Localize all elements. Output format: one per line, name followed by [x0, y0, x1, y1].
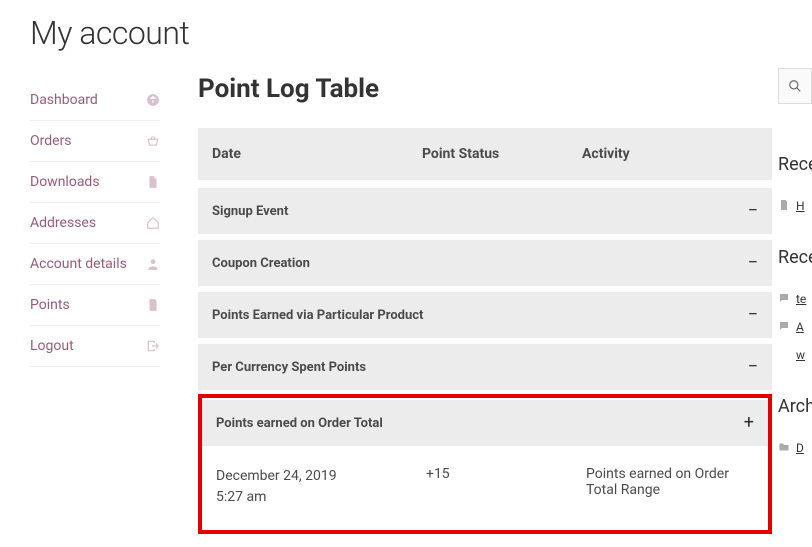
accordion-order-total[interactable]: Points earned on Order Total + [202, 400, 768, 446]
content-title: Point Log Table [198, 74, 772, 104]
sidebar-item-label: Account details [30, 256, 127, 272]
home-icon [146, 216, 160, 230]
sidebar-item-orders[interactable]: Orders [30, 121, 160, 162]
rail-link[interactable]: D [796, 441, 804, 455]
log-date-line2: 5:27 am [216, 489, 266, 505]
accordion-title: Points earned on Order Total [216, 416, 383, 431]
comment-icon [778, 292, 790, 304]
sidebar-item-label: Logout [30, 338, 74, 354]
search-button[interactable] [778, 68, 812, 104]
accordion-title: Signup Event [212, 204, 288, 219]
minus-icon: − [748, 254, 758, 272]
sidebar-item-label: Points [30, 297, 70, 313]
highlight-box: Points earned on Order Total + December … [198, 394, 772, 534]
sidebar-item-label: Addresses [30, 215, 96, 231]
comment-icon [778, 320, 790, 332]
log-status: +15 [426, 466, 586, 508]
col-header-date: Date [212, 146, 422, 162]
log-date-line1: December 24, 2019 [216, 468, 337, 484]
sidebar-item-logout[interactable]: Logout [30, 326, 160, 367]
minus-icon: − [748, 358, 758, 376]
log-row: December 24, 2019 5:27 am +15 Points ear… [202, 452, 768, 530]
rail-link[interactable]: A [796, 320, 804, 334]
accordion-points-product[interactable]: Points Earned via Particular Product − [198, 292, 772, 338]
rail-link[interactable]: H [796, 199, 805, 213]
sidebar-item-downloads[interactable]: Downloads [30, 162, 160, 203]
search-icon [788, 79, 802, 93]
log-table-header: Date Point Status Activity [198, 128, 772, 180]
file-icon [146, 298, 160, 312]
rail-item[interactable]: w [778, 348, 812, 362]
accordion-title: Per Currency Spent Points [212, 360, 366, 375]
rail-heading: Rece [778, 247, 812, 268]
basket-icon [146, 134, 160, 148]
rail-item[interactable]: H [778, 199, 812, 213]
rail-heading: Arch [778, 396, 812, 417]
rail-item[interactable]: D [778, 441, 812, 455]
sidebar-item-label: Downloads [30, 174, 100, 190]
right-rail: Rece H Rece te A [772, 60, 812, 489]
accordion-signup-event[interactable]: Signup Event − [198, 188, 772, 234]
log-date: December 24, 2019 5:27 am [216, 466, 426, 508]
sidebar-item-label: Orders [30, 133, 72, 149]
sidebar-item-label: Dashboard [30, 92, 98, 108]
rail-link[interactable]: w [796, 348, 805, 362]
user-icon [146, 257, 160, 271]
dashboard-icon [146, 93, 160, 107]
minus-icon: − [748, 306, 758, 324]
accordion-title: Coupon Creation [212, 256, 310, 271]
sidebar-item-account-details[interactable]: Account details [30, 244, 160, 285]
sidebar-item-addresses[interactable]: Addresses [30, 203, 160, 244]
page-icon [778, 199, 790, 211]
page-title: My account [0, 0, 812, 60]
minus-icon: − [748, 202, 758, 220]
sidebar-item-dashboard[interactable]: Dashboard [30, 80, 160, 121]
account-sidebar: Dashboard Orders Downloads Addresses Acc… [0, 60, 160, 367]
sidebar-item-points[interactable]: Points [30, 285, 160, 326]
col-header-activity: Activity [582, 146, 758, 162]
plus-icon: + [744, 414, 754, 432]
rail-heading: Rece [778, 154, 812, 175]
rail-link[interactable]: te [796, 292, 806, 306]
log-activity: Points earned on Order Total Range [586, 466, 754, 508]
rail-item[interactable]: A [778, 320, 812, 334]
accordion-currency-points[interactable]: Per Currency Spent Points − [198, 344, 772, 390]
folder-icon [778, 441, 790, 453]
signout-icon [146, 339, 160, 353]
rail-item[interactable]: te [778, 292, 812, 306]
accordion-coupon-creation[interactable]: Coupon Creation − [198, 240, 772, 286]
col-header-status: Point Status [422, 146, 582, 162]
accordion-title: Points Earned via Particular Product [212, 308, 423, 323]
file-icon [146, 175, 160, 189]
main-content: Point Log Table Date Point Status Activi… [160, 60, 772, 534]
